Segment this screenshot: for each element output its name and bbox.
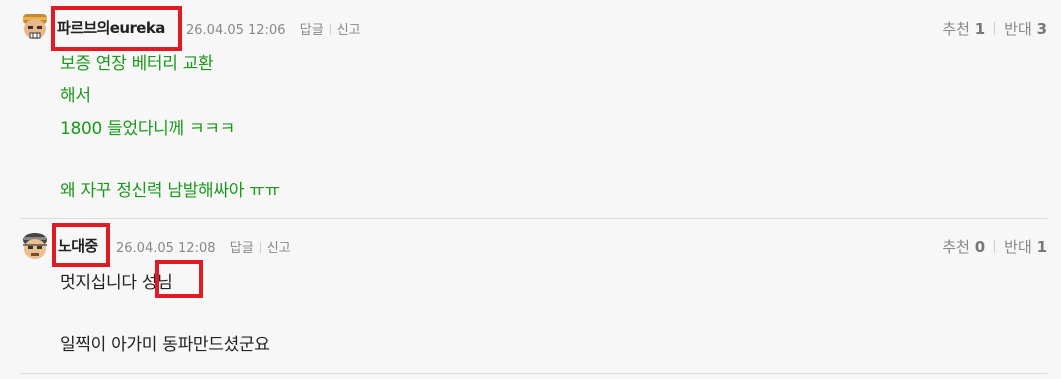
comment-item: 노대중 26.04.05 12:08 답글 신고 추천 0 반대 1 멋지십니다 성… bbox=[0, 218, 1061, 376]
comment-meta: 26.04.05 12:06 답글 신고 bbox=[186, 19, 361, 38]
divider bbox=[259, 242, 261, 253]
dislike-label: 반대 bbox=[1004, 20, 1032, 38]
comment-text-prefix: 멋지십니다 bbox=[60, 273, 142, 293]
comment-meta: 26.04.05 12:08 답글 신고 bbox=[116, 237, 291, 256]
comment-item: 파르브의eureka 26.04.05 12:06 답글 신고 추천 1 반대 3 … bbox=[0, 0, 1061, 218]
report-button[interactable]: 신고 bbox=[267, 241, 291, 256]
dislike-button[interactable]: 반대 3 bbox=[1004, 20, 1047, 38]
comment-text-line: 해서 bbox=[60, 86, 91, 106]
like-button[interactable]: 추천 0 bbox=[942, 238, 985, 256]
dislike-button[interactable]: 반대 1 bbox=[1004, 238, 1047, 256]
dislike-label: 반대 bbox=[1004, 238, 1032, 256]
divider bbox=[329, 24, 331, 35]
comment-text-line: 왜 자꾸 정신력 남발해싸아 ㅠㅠ bbox=[60, 181, 280, 201]
comment-author[interactable]: 파르브의eureka bbox=[57, 17, 165, 38]
reply-button[interactable]: 답글 bbox=[230, 241, 254, 256]
comment-text-line: 1800 들었다니께 ㅋㅋㅋ bbox=[60, 119, 235, 139]
like-count: 0 bbox=[974, 238, 986, 256]
comment-text-highlight: 성님 bbox=[141, 273, 173, 293]
divider bbox=[292, 24, 294, 35]
comment-date: 26.04.05 12:06 bbox=[186, 23, 286, 38]
vote-area: 추천 0 반대 1 bbox=[942, 236, 1047, 257]
report-button[interactable]: 신고 bbox=[337, 23, 361, 38]
vote-area: 추천 1 반대 3 bbox=[942, 18, 1047, 39]
like-label: 추천 bbox=[942, 20, 970, 38]
like-count: 1 bbox=[974, 20, 986, 38]
like-button[interactable]: 추천 1 bbox=[942, 20, 985, 38]
user-avatar[interactable] bbox=[20, 231, 50, 261]
comment-date: 26.04.05 12:08 bbox=[116, 241, 216, 256]
comment-text-line: 멋지십니다 성님 bbox=[60, 268, 173, 293]
comment-text-line: 일찍이 아가미 동파만드셨군요 bbox=[60, 335, 270, 355]
divider bbox=[994, 22, 996, 35]
like-label: 추천 bbox=[942, 238, 970, 256]
user-avatar[interactable] bbox=[20, 12, 50, 42]
dislike-count: 1 bbox=[1036, 238, 1047, 256]
comment-divider bbox=[20, 373, 1047, 374]
comment-author[interactable]: 노대중 bbox=[58, 235, 98, 256]
divider bbox=[994, 240, 996, 253]
dislike-count: 3 bbox=[1036, 20, 1047, 38]
comment-text-line: 보증 연장 베터리 교환 bbox=[60, 54, 214, 74]
reply-button[interactable]: 답글 bbox=[300, 23, 324, 38]
divider bbox=[222, 242, 224, 253]
